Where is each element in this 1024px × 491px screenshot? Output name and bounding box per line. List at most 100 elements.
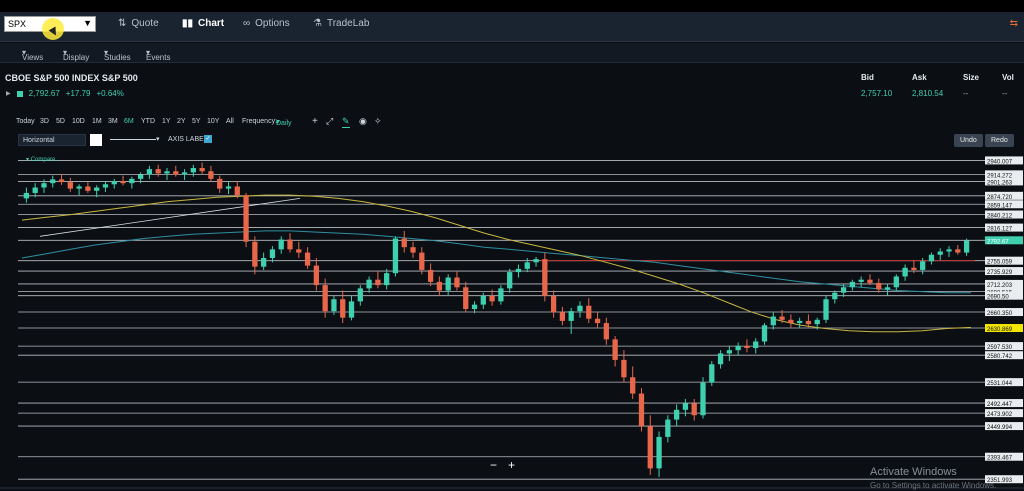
range-10d[interactable]: 10D (72, 118, 85, 125)
candle-body (744, 345, 750, 349)
candle-body (507, 272, 513, 289)
axis-label-checkbox[interactable]: ✓ (204, 135, 212, 143)
candle-body (700, 382, 706, 416)
candle-body (823, 299, 829, 320)
candle-body (304, 252, 311, 266)
candle-body (375, 279, 381, 286)
options-icon: ∞ (243, 18, 251, 29)
ask-value: 2,810.54 (912, 89, 944, 98)
range-3d[interactable]: 3D (40, 118, 49, 125)
candle-body (384, 273, 390, 286)
range-1m[interactable]: 1M (92, 118, 102, 125)
undo-button[interactable]: Undo (954, 134, 983, 147)
candle-body (41, 183, 47, 188)
candle-body (225, 186, 232, 189)
tab-tradelab[interactable]: ⚗ TradeLab (313, 18, 369, 29)
crosshair-icon[interactable]: + (312, 116, 318, 127)
erase-icon[interactable]: ◉ (359, 116, 367, 127)
views-menu[interactable]: Views ▾ (22, 48, 43, 62)
price-change: +17.79 (65, 89, 91, 98)
draw-tool-select[interactable]: Horizontal (18, 134, 86, 146)
candle-body (155, 169, 161, 174)
instrument-title: CBOE S&P 500 INDEX S&P 500 (5, 73, 138, 83)
series-swatch (16, 90, 23, 97)
line-tool-icon[interactable]: ⤢ (326, 116, 333, 127)
draw-toolbar: Horizontal ▾ AXIS LABEL: ✓ Undo Redo (0, 134, 1024, 148)
studies-menu[interactable]: Studies ▾ (104, 48, 131, 62)
candle-body (234, 186, 240, 196)
candle-body (717, 353, 724, 365)
candle-body (261, 258, 267, 267)
tab-options-label: Options (255, 18, 290, 29)
candle-body (911, 267, 917, 270)
chart-background (0, 150, 1024, 491)
range-6m[interactable]: 6M (124, 118, 134, 125)
axis-label: 2660.350 (987, 311, 1013, 317)
range-5y[interactable]: 5Y (192, 118, 201, 125)
line-style-caret-icon[interactable]: ▾ (156, 135, 160, 143)
range-3m[interactable]: 3M (108, 118, 118, 125)
transfer-icon[interactable]: ⇆ (1010, 18, 1018, 29)
candle-body (322, 285, 328, 312)
candle-body (85, 186, 91, 191)
candle-body (120, 181, 126, 184)
symbol-value: SPX (8, 19, 27, 29)
candle-body (23, 192, 30, 199)
redo-button[interactable]: Redo (985, 134, 1014, 147)
axis-label: 2630.869 (987, 327, 1013, 333)
price-row: ▶ 2,792.67 +17.79 +0.64% (6, 89, 124, 98)
range-1y[interactable]: 1Y (162, 118, 171, 125)
frequency-select[interactable]: Daily ▾ (276, 118, 292, 127)
draw-pencil-icon[interactable]: ✎ (342, 116, 350, 128)
settings-tool-icon[interactable]: ✧ (374, 116, 382, 127)
candle-body (181, 172, 188, 175)
axis-label: 2580.742 (987, 354, 1013, 360)
range-all[interactable]: All (226, 118, 234, 125)
candle-body (278, 239, 284, 250)
candle-body (217, 178, 223, 189)
range-ytd[interactable]: YTD (141, 118, 155, 125)
candle-body (594, 318, 601, 324)
events-menu[interactable]: Events ▾ (146, 48, 170, 62)
candle-body (630, 377, 636, 394)
range-10y[interactable]: 10Y (207, 118, 219, 125)
main-nav: SPX ▼ ⇅ Quote ▮▮ Chart ∞ Options ⚗ Trade… (0, 12, 1024, 42)
frequency-label: Frequency: (242, 118, 278, 125)
price-chart[interactable]: 2940.0072914.2722901.2632874.7202859.147… (0, 150, 1024, 491)
line-style-select[interactable] (110, 139, 156, 140)
range-today[interactable]: Today (16, 118, 35, 125)
axis-label: 2597.530 (987, 345, 1013, 351)
compare-link[interactable]: ▾ Compare... (26, 156, 60, 163)
caret-down-icon[interactable]: ▼ (83, 18, 92, 28)
candle-body (920, 261, 926, 270)
chart-icon: ▮▮ (182, 18, 194, 29)
tab-options[interactable]: ∞ Options (243, 18, 290, 29)
activation-watermark-sub: Go to Settings to activate Windows. (870, 481, 997, 490)
axis-label: 2473.902 (987, 412, 1013, 418)
candle-body (445, 277, 451, 291)
candle-body (753, 341, 759, 349)
candle-body (269, 249, 276, 259)
line-color-swatch[interactable] (90, 134, 102, 146)
candle-body (50, 179, 56, 184)
size-label: Size (963, 73, 980, 82)
candle-body (559, 312, 566, 321)
tab-quote[interactable]: ⇅ Quote (118, 18, 159, 29)
range-2y[interactable]: 2Y (177, 118, 186, 125)
expand-icon[interactable]: ▶ (6, 90, 11, 97)
tab-quote-label: Quote (131, 18, 159, 29)
tradelab-icon: ⚗ (313, 18, 322, 29)
tab-chart[interactable]: ▮▮ Chart (182, 18, 224, 29)
candle-body (164, 171, 170, 174)
candle-body (621, 359, 627, 378)
vol-label: Vol (1002, 73, 1014, 82)
candle-body (797, 320, 803, 324)
zoom-in-button[interactable]: + (508, 458, 515, 472)
candle-body (902, 267, 908, 277)
size-value: -- (963, 89, 969, 98)
axis-label: 2492.447 (987, 402, 1013, 408)
range-5d[interactable]: 5D (56, 118, 65, 125)
display-menu[interactable]: Display ▾ (63, 48, 89, 62)
candle-body (647, 426, 653, 469)
zoom-out-button[interactable]: − (490, 458, 497, 472)
